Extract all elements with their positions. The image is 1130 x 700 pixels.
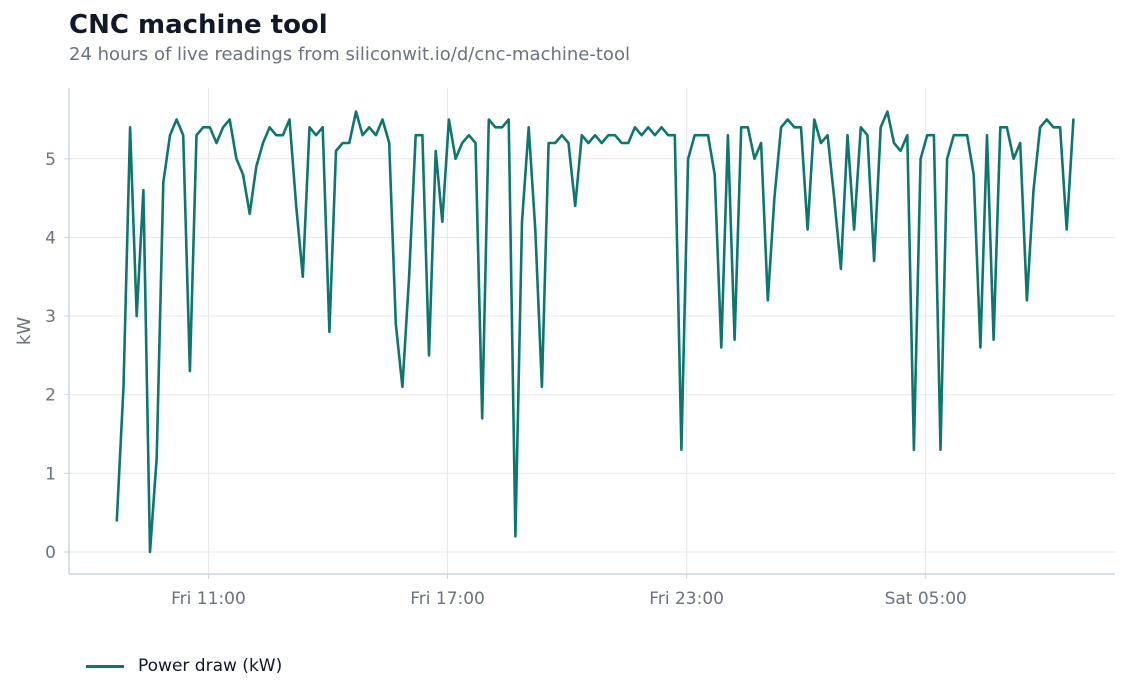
x-tick-label: Fri 23:00 (649, 589, 724, 609)
legend-swatch (86, 664, 124, 668)
series-line-power-draw (115, 110, 1075, 554)
tick-labels: 0 1 2 3 4 5 Fri 11:00 Fri 17:00 Fri 23:00 Sat 05:… (45, 150, 967, 609)
legend-label: Power draw (kW) (138, 656, 283, 676)
line-chart: 0 1 2 3 4 5 Fri 11:00 Fri 17:00 Fri 23:00 Sat 05:… (14, 88, 1115, 609)
y-tick-label: 4 (45, 228, 56, 248)
y-tick-label: 0 (45, 543, 56, 563)
x-tick-label: Fri 11:00 (171, 589, 246, 609)
y-tick-label: 3 (45, 307, 56, 327)
series-layer (115, 110, 1075, 554)
grid-lines (69, 88, 1115, 574)
y-tick-label: 2 (45, 386, 56, 406)
x-tick-label: Fri 17:00 (410, 589, 485, 609)
x-tick-label: Sat 05:00 (885, 589, 967, 609)
y-axis-label: kW (14, 317, 35, 345)
axes (64, 88, 1115, 579)
y-tick-label: 5 (45, 150, 56, 170)
y-tick-label: 1 (45, 464, 56, 484)
legend: Power draw (kW) (86, 656, 282, 676)
